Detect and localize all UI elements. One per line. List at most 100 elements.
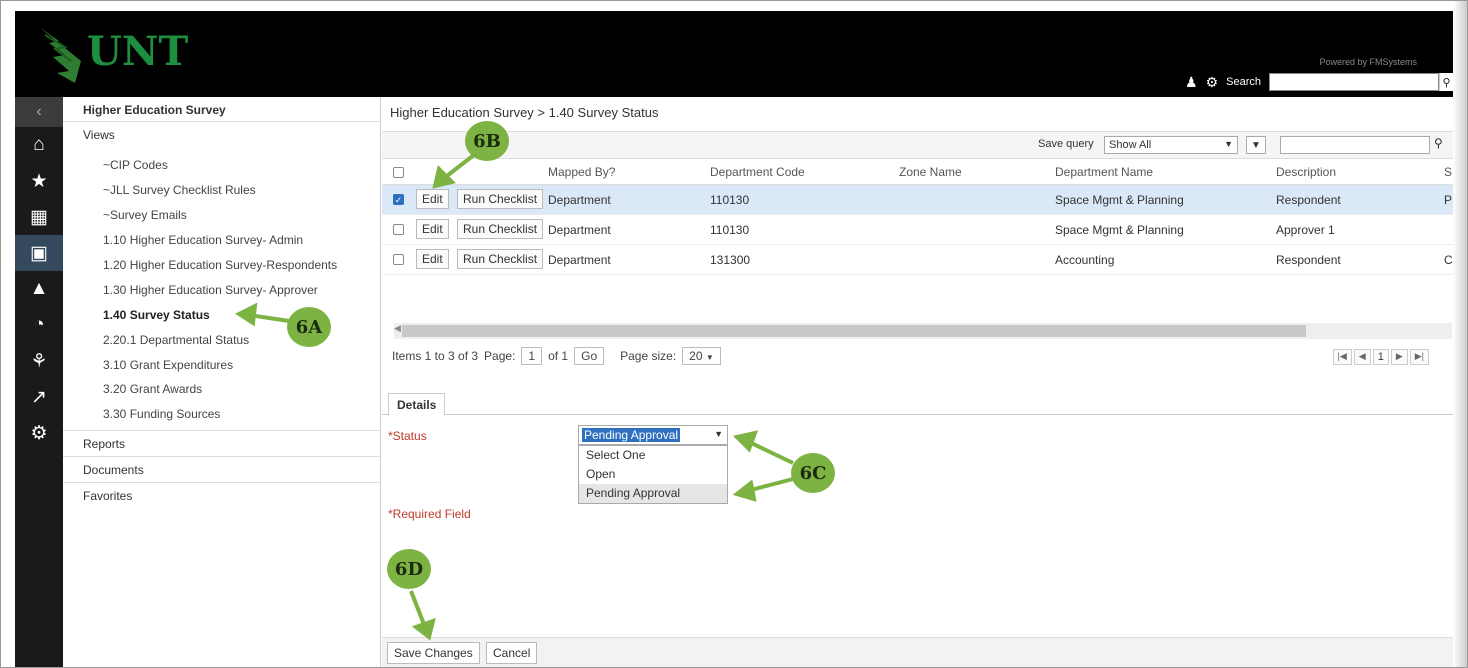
line-chart-icon[interactable]: ↗ xyxy=(15,379,63,415)
cell-department-code: 131300 xyxy=(710,253,751,267)
current-page[interactable]: 1 xyxy=(1372,349,1389,365)
detail-tabs: Details xyxy=(382,391,1453,416)
table-row[interactable]: Edit Run Checklist Department 131300 Acc… xyxy=(382,245,1453,275)
run-checklist-button[interactable]: Run Checklist xyxy=(457,189,544,209)
nav-item-respondents[interactable]: 1.20 Higher Education Survey-Respondents xyxy=(103,258,337,272)
save-query-select[interactable]: Show All ▼ xyxy=(1104,136,1238,154)
cell-mapped-by: Department xyxy=(548,193,611,207)
page-label: Page: xyxy=(484,349,516,363)
cell-mapped-by: Department xyxy=(548,253,611,267)
nav-divider xyxy=(63,121,381,122)
floorplan-icon[interactable]: ▦ xyxy=(15,199,63,235)
status-option-pending-approval[interactable]: Pending Approval xyxy=(579,484,727,503)
scrollbar-thumb[interactable] xyxy=(402,325,1306,337)
horizontal-scrollbar[interactable]: ◀ xyxy=(394,323,1452,339)
chevron-left-icon[interactable]: ‹ xyxy=(15,97,63,127)
nav-views[interactable]: Views xyxy=(63,128,381,142)
nav-divider xyxy=(63,456,381,457)
edit-button[interactable]: Edit xyxy=(416,219,449,239)
last-page-icon[interactable]: ▶| xyxy=(1409,349,1429,365)
row-checkbox[interactable] xyxy=(393,254,404,265)
chair-icon[interactable]: ⚘ xyxy=(15,343,63,379)
nav-item-survey-emails[interactable]: ~Survey Emails xyxy=(103,208,187,222)
edit-button[interactable]: Edit xyxy=(416,249,449,269)
nav-favorites[interactable]: Favorites xyxy=(63,489,381,503)
row-checkbox[interactable] xyxy=(393,224,404,235)
nav-item-grant-awards[interactable]: 3.20 Grant Awards xyxy=(103,382,202,396)
cell-s: C xyxy=(1444,253,1453,267)
table-row[interactable]: ✓ Edit Run Checklist Department 110130 S… xyxy=(382,185,1453,215)
search-icon[interactable]: ⚲ xyxy=(1439,73,1453,91)
form-footer: Save Changes Cancel xyxy=(382,637,1453,667)
header-search-input[interactable] xyxy=(1269,73,1439,91)
cell-department-code: 110130 xyxy=(710,223,750,237)
grid-search-input[interactable] xyxy=(1280,136,1430,154)
cancel-button[interactable]: Cancel xyxy=(486,642,538,664)
grid-header: Mapped By? Department Code Zone Name Dep… xyxy=(382,159,1453,185)
col-description[interactable]: Description xyxy=(1276,165,1336,179)
status-option-open[interactable]: Open xyxy=(579,465,727,484)
cell-department-code: 110130 xyxy=(710,193,750,207)
breadcrumb: Higher Education Survey > 1.40 Survey St… xyxy=(390,105,659,120)
nav-item-departmental-status[interactable]: 2.20.1 Departmental Status xyxy=(103,333,249,347)
home-icon[interactable]: ⌂ xyxy=(15,127,63,163)
status-label: *Status xyxy=(388,429,427,443)
nav-documents[interactable]: Documents xyxy=(63,463,381,477)
gears-icon[interactable]: ⚙ xyxy=(15,415,63,451)
pager-nav: |◀ ◀ 1 ▶ ▶| xyxy=(1332,349,1429,365)
building-icon[interactable]: ▣ xyxy=(15,235,63,271)
callout-6a: 6A xyxy=(287,307,331,347)
nav-title[interactable]: Higher Education Survey xyxy=(63,103,381,117)
col-mapped-by[interactable]: Mapped By? xyxy=(548,165,615,179)
first-page-icon[interactable]: |◀ xyxy=(1332,349,1352,365)
status-select[interactable]: Pending Approval ▼ xyxy=(578,425,728,445)
save-changes-button[interactable]: Save Changes xyxy=(387,642,480,664)
star-icon[interactable]: ★ xyxy=(15,163,63,199)
required-note-text: Required Field xyxy=(392,507,471,521)
go-button[interactable]: Go xyxy=(574,347,605,365)
col-department-code[interactable]: Department Code xyxy=(710,165,805,179)
status-dropdown-list: Select One Open Pending Approval xyxy=(578,445,728,504)
nav-item-jll-rules[interactable]: ~JLL Survey Checklist Rules xyxy=(103,183,256,197)
col-s[interactable]: S xyxy=(1444,165,1452,179)
nav-item-grant-expenditures[interactable]: 3.10 Grant Expenditures xyxy=(103,358,233,372)
user-icon[interactable]: ♟ xyxy=(1185,74,1198,91)
nav-item-funding-sources[interactable]: 3.30 Funding Sources xyxy=(103,407,220,421)
nav-item-approver[interactable]: 1.30 Higher Education Survey- Approver xyxy=(103,283,318,297)
cell-description: Respondent xyxy=(1276,193,1341,207)
house-icon[interactable]: ▲ xyxy=(15,271,63,307)
status-option-select-one[interactable]: Select One xyxy=(579,446,727,465)
table-row[interactable]: Edit Run Checklist Department 110130 Spa… xyxy=(382,215,1453,245)
run-checklist-button[interactable]: Run Checklist xyxy=(457,219,544,239)
save-query-label: Save query xyxy=(1038,138,1094,150)
nav-item-cip-codes[interactable]: ~CIP Codes xyxy=(103,158,168,172)
row-checkbox[interactable]: ✓ xyxy=(393,194,404,205)
next-page-icon[interactable]: ▶ xyxy=(1390,349,1408,365)
tab-details[interactable]: Details xyxy=(388,393,446,416)
items-count: Items 1 to 3 of 3 xyxy=(392,349,479,363)
callout-6c: 6C xyxy=(791,453,835,493)
col-zone-name[interactable]: Zone Name xyxy=(899,165,962,179)
cell-department-name: Space Mgmt & Planning xyxy=(1055,193,1184,207)
prev-page-icon[interactable]: ◀ xyxy=(1353,349,1371,365)
select-all-checkbox[interactable] xyxy=(393,167,404,178)
scroll-left-icon[interactable]: ◀ xyxy=(394,323,401,334)
page-size-label: Page size: xyxy=(620,349,677,363)
search-icon[interactable]: ⚲ xyxy=(1434,136,1443,150)
page-input[interactable]: 1 xyxy=(521,347,543,365)
pager: Items 1 to 3 of 3 Page: 1 of 1 Go Page s… xyxy=(392,347,721,365)
gear-icon[interactable]: ⚙ xyxy=(1206,74,1219,91)
nav-item-admin[interactable]: 1.10 Higher Education Survey- Admin xyxy=(103,233,303,247)
nav-item-survey-status[interactable]: 1.40 Survey Status xyxy=(103,308,210,322)
main-content: Higher Education Survey > 1.40 Survey St… xyxy=(382,97,1453,667)
app-window: UNT Powered by FMSystems ♟ ⚙ Search ⚲ ‹ … xyxy=(0,0,1468,668)
nav-reports[interactable]: Reports xyxy=(63,437,381,451)
filter-icon[interactable]: ▼ xyxy=(1246,136,1266,154)
pie-chart-icon[interactable]: ◔ xyxy=(15,307,63,343)
col-department-name[interactable]: Department Name xyxy=(1055,165,1153,179)
page-size-select[interactable]: 20 ▼ xyxy=(682,347,721,365)
navigation-panel: Higher Education Survey Views ~CIP Codes… xyxy=(63,97,381,667)
edit-button[interactable]: Edit xyxy=(416,189,449,209)
run-checklist-button[interactable]: Run Checklist xyxy=(457,249,544,269)
page-edge-shadow xyxy=(1453,1,1467,667)
